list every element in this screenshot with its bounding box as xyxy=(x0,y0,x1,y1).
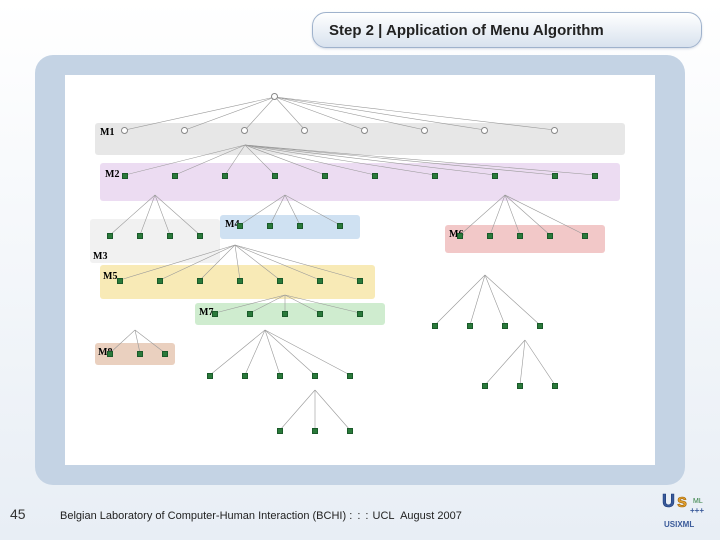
label-m3: M3 xyxy=(93,251,107,262)
svg-text:ML: ML xyxy=(693,498,703,505)
footer: Belgian Laboratory of Computer-Human Int… xyxy=(60,510,462,522)
svg-text:s: s xyxy=(677,491,687,511)
band-m3 xyxy=(90,219,220,263)
tree-leaf xyxy=(312,373,318,379)
tree-leaf xyxy=(432,173,438,179)
tree-leaf xyxy=(197,278,203,284)
tree-leaf xyxy=(502,323,508,329)
tree-leaf xyxy=(537,323,543,329)
tree-leaf xyxy=(592,173,598,179)
tree-leaf xyxy=(137,233,143,239)
usixml-logo: U s +++ ML USIXML xyxy=(659,489,714,534)
tree-node xyxy=(481,127,488,134)
tree-leaf xyxy=(157,278,163,284)
tree-leaf xyxy=(277,373,283,379)
tree-leaf xyxy=(282,311,288,317)
tree-leaf xyxy=(357,278,363,284)
slide-title-bar: Step 2 | Application of Menu Algorithm xyxy=(312,12,702,48)
svg-text:+++: +++ xyxy=(690,506,704,515)
tree-leaf xyxy=(237,223,243,229)
tree-leaf xyxy=(277,428,283,434)
tree-leaf xyxy=(492,173,498,179)
tree-node xyxy=(121,127,128,134)
svg-text:U: U xyxy=(662,491,675,511)
tree-leaf xyxy=(317,278,323,284)
logo-text: USIXML xyxy=(664,520,694,529)
label-m2: M2 xyxy=(105,169,119,180)
tree-leaf xyxy=(517,383,523,389)
slide-title: Step 2 | Application of Menu Algorithm xyxy=(329,22,604,39)
footer-inst: UCL xyxy=(373,510,395,522)
label-m5: M5 xyxy=(103,271,117,282)
tree-leaf xyxy=(277,278,283,284)
tree-leaf xyxy=(237,278,243,284)
tree-leaf xyxy=(547,233,553,239)
tree-leaf xyxy=(487,233,493,239)
band-m6 xyxy=(445,225,605,253)
tree-node xyxy=(361,127,368,134)
tree-leaf xyxy=(207,373,213,379)
menu-algorithm-diagram: M1 M2 M3 M4 M5 M6 M7 M8 xyxy=(65,75,655,465)
tree-leaf xyxy=(117,278,123,284)
tree-leaf xyxy=(482,383,488,389)
tree-node xyxy=(421,127,428,134)
content-panel: M1 M2 M3 M4 M5 M6 M7 M8 xyxy=(35,55,685,485)
tree-leaf xyxy=(242,373,248,379)
tree-leaf xyxy=(297,223,303,229)
band-m2 xyxy=(100,163,620,201)
band-m1 xyxy=(95,123,625,155)
tree-leaf xyxy=(517,233,523,239)
tree-node xyxy=(181,127,188,134)
tree-leaf xyxy=(552,383,558,389)
tree-leaf xyxy=(107,351,113,357)
tree-leaf xyxy=(357,311,363,317)
tree-leaf xyxy=(457,233,463,239)
tree-leaf xyxy=(347,373,353,379)
tree-leaf xyxy=(582,233,588,239)
tree-leaf xyxy=(107,233,113,239)
tree-leaf xyxy=(122,173,128,179)
tree-leaf xyxy=(467,323,473,329)
tree-leaf xyxy=(137,351,143,357)
tree-node xyxy=(271,93,278,100)
tree-node xyxy=(301,127,308,134)
tree-leaf xyxy=(552,173,558,179)
label-m1: M1 xyxy=(100,127,114,138)
tree-leaf xyxy=(267,223,273,229)
footer-date: August 2007 xyxy=(400,510,462,522)
page-number: 45 xyxy=(10,506,26,522)
tree-node xyxy=(241,127,248,134)
tree-leaf xyxy=(212,311,218,317)
tree-leaf xyxy=(172,173,178,179)
tree-leaf xyxy=(337,223,343,229)
tree-leaf xyxy=(247,311,253,317)
footer-sep: : : : xyxy=(349,510,369,522)
tree-leaf xyxy=(167,233,173,239)
tree-node xyxy=(551,127,558,134)
tree-leaf xyxy=(317,311,323,317)
tree-leaf xyxy=(347,428,353,434)
tree-leaf xyxy=(322,173,328,179)
tree-leaf xyxy=(432,323,438,329)
tree-leaf xyxy=(272,173,278,179)
tree-leaf xyxy=(312,428,318,434)
footer-lab: Belgian Laboratory of Computer-Human Int… xyxy=(60,510,346,522)
tree-leaf xyxy=(372,173,378,179)
tree-leaf xyxy=(197,233,203,239)
tree-leaf xyxy=(162,351,168,357)
tree-leaf xyxy=(222,173,228,179)
